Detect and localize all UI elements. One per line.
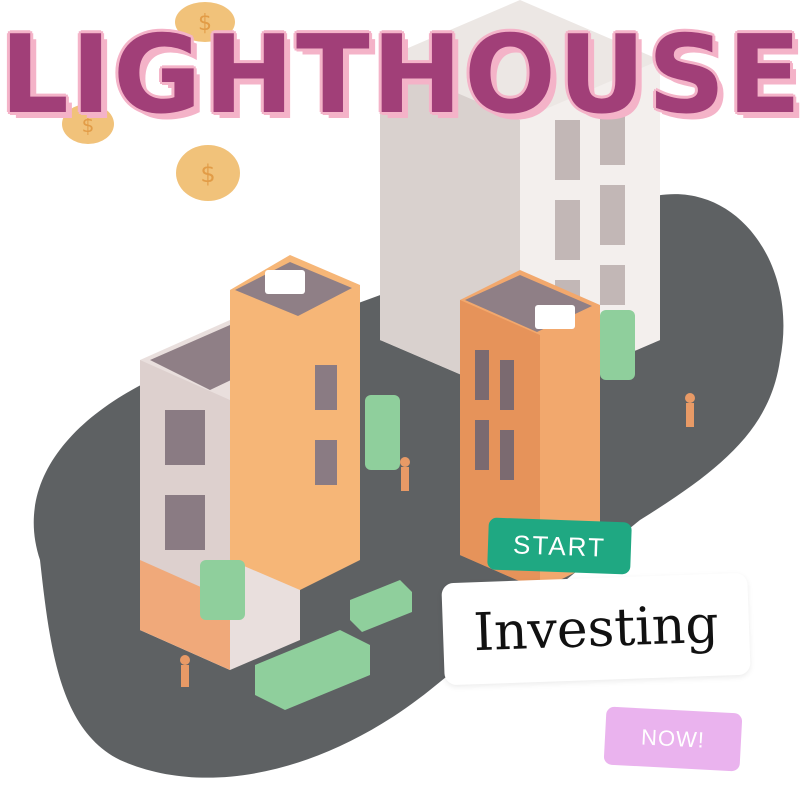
svg-text:$: $ [200,160,215,188]
investing-label-card: Investing [441,572,751,686]
now-button[interactable]: NOW! [603,706,743,772]
page-title: LIGHTHOUSE [0,13,800,138]
middle-orange-building [230,255,360,590]
dollar-coin-icon: $ [176,145,240,201]
promo-poster: $ $ $ LIGHTHOUSE START Investing NOW! [0,0,800,800]
start-button[interactable]: START [487,517,632,575]
